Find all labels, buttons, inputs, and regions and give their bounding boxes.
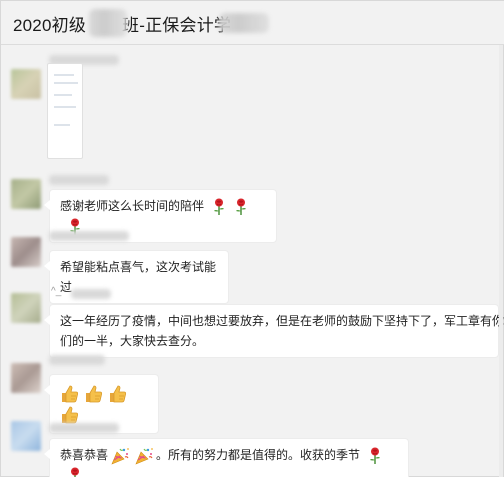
message-bubble[interactable]: 这一年经历了疫情，中间也想过要放弃，但是在老师的鼓励下坚持下了，军工章有你 们的…	[44, 304, 504, 358]
message-text-line-1: 这一年经历了疫情，中间也想过要放弃，但是在老师的鼓励下坚持下了，军工章有你	[60, 314, 504, 328]
party-popper-icon	[134, 447, 154, 465]
sender-name	[49, 175, 109, 185]
rose-icon	[68, 467, 82, 477]
rose-icon	[212, 198, 226, 216]
chat-header: 2020初级 班-正保会计学	[1, 1, 504, 45]
sender-name-hint: ^_^	[51, 286, 66, 297]
thumbs-up-icon	[60, 405, 80, 425]
redacted-title-part	[89, 9, 127, 37]
thumbs-up-icon	[108, 384, 128, 404]
chat-window: 2020初级 班-正保会计学 感谢老师这么长时间的陪伴 希望能粘点喜气，这次考试能…	[0, 0, 504, 477]
scrollbar-track[interactable]	[499, 45, 503, 477]
sender-name	[49, 231, 129, 241]
message-text-line-2: 们的一半，大家快去查分。	[60, 334, 205, 348]
party-popper-icon	[110, 447, 130, 465]
message-text-prefix: 恭喜恭喜	[60, 448, 109, 462]
thumbs-up-icon	[84, 384, 104, 404]
rose-icon	[368, 447, 382, 465]
message-text-suffix: 。所有的努力都是值得的。收获的季节	[156, 448, 361, 462]
avatar[interactable]	[11, 293, 41, 323]
message-text: 感谢老师这么长时间的陪伴	[60, 199, 205, 213]
rose-icon	[234, 198, 248, 216]
avatar[interactable]	[11, 363, 41, 393]
redacted-title-tail	[219, 13, 269, 33]
image-message[interactable]	[47, 63, 83, 159]
sender-name	[49, 355, 105, 365]
avatar[interactable]	[11, 237, 41, 267]
avatar[interactable]	[11, 69, 41, 99]
sender-name	[49, 423, 119, 433]
thumbs-up-icon	[60, 384, 80, 404]
avatar[interactable]	[11, 421, 41, 451]
message-bubble[interactable]: 恭喜恭喜 。所有的努力都是值得的。收获的季节	[44, 438, 409, 477]
avatar[interactable]	[11, 179, 41, 209]
sender-name	[71, 289, 111, 299]
